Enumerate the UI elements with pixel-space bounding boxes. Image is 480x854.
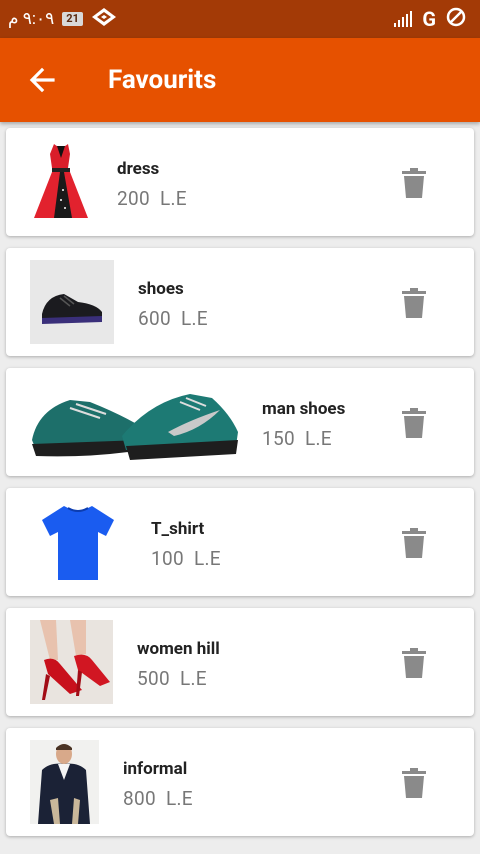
item-currency: L.E	[180, 307, 208, 330]
battery-icon: 21	[62, 12, 83, 26]
product-image-shoes	[30, 260, 114, 344]
favourite-card[interactable]: man shoes 150 L.E	[6, 368, 474, 476]
item-currency: L.E	[304, 427, 332, 450]
delete-button[interactable]	[402, 168, 426, 198]
item-name: man shoes	[262, 399, 346, 419]
item-currency: L.E	[193, 547, 221, 570]
item-currency: L.E	[159, 187, 187, 210]
favourite-card[interactable]: women hill 500 L.E	[6, 608, 474, 716]
status-time: ٩:٠٩ م	[8, 9, 55, 29]
delete-button[interactable]	[402, 768, 426, 798]
favourite-card[interactable]: shoes 600 L.E	[6, 248, 474, 356]
trash-icon	[402, 528, 426, 558]
app-bar: Favourits	[0, 38, 480, 122]
item-currency: L.E	[179, 667, 207, 690]
network-type: G	[422, 7, 436, 31]
item-currency: L.E	[165, 787, 193, 810]
product-image-man-shoes	[30, 380, 242, 464]
arrow-back-icon	[29, 67, 55, 93]
trash-icon	[402, 408, 426, 438]
trash-icon	[402, 648, 426, 678]
trash-icon	[402, 768, 426, 798]
item-price: 200	[117, 187, 150, 210]
item-name: dress	[117, 159, 160, 179]
delete-button[interactable]	[402, 648, 426, 678]
item-price: 800	[123, 787, 156, 810]
product-image-women-hill	[30, 620, 113, 704]
item-price: 100	[151, 547, 184, 570]
item-price: 500	[137, 667, 170, 690]
delete-button[interactable]	[402, 408, 426, 438]
delete-button[interactable]	[402, 528, 426, 558]
data-saver-icon	[91, 7, 117, 31]
signal-icon	[394, 11, 413, 27]
item-name: informal	[123, 759, 188, 779]
back-button[interactable]	[26, 64, 58, 96]
item-name: T_shirt	[151, 519, 205, 539]
page-title: Favourits	[108, 65, 217, 95]
trash-icon	[402, 168, 426, 198]
product-image-tshirt	[38, 500, 118, 584]
do-not-disturb-icon	[446, 7, 466, 31]
product-image-informal	[30, 740, 99, 824]
item-name: women hill	[137, 639, 220, 659]
favourite-card[interactable]: dress 200 L.E	[6, 128, 474, 236]
status-bar: ٩:٠٩ م 21 G	[0, 0, 480, 38]
delete-button[interactable]	[402, 288, 426, 318]
trash-icon	[402, 288, 426, 318]
item-name: shoes	[138, 279, 184, 299]
favourite-card[interactable]: T_shirt 100 L.E	[6, 488, 474, 596]
item-price: 600	[138, 307, 171, 330]
favourite-card[interactable]: informal 800 L.E	[6, 728, 474, 836]
product-image-dress	[30, 140, 92, 224]
item-price: 150	[262, 427, 295, 450]
